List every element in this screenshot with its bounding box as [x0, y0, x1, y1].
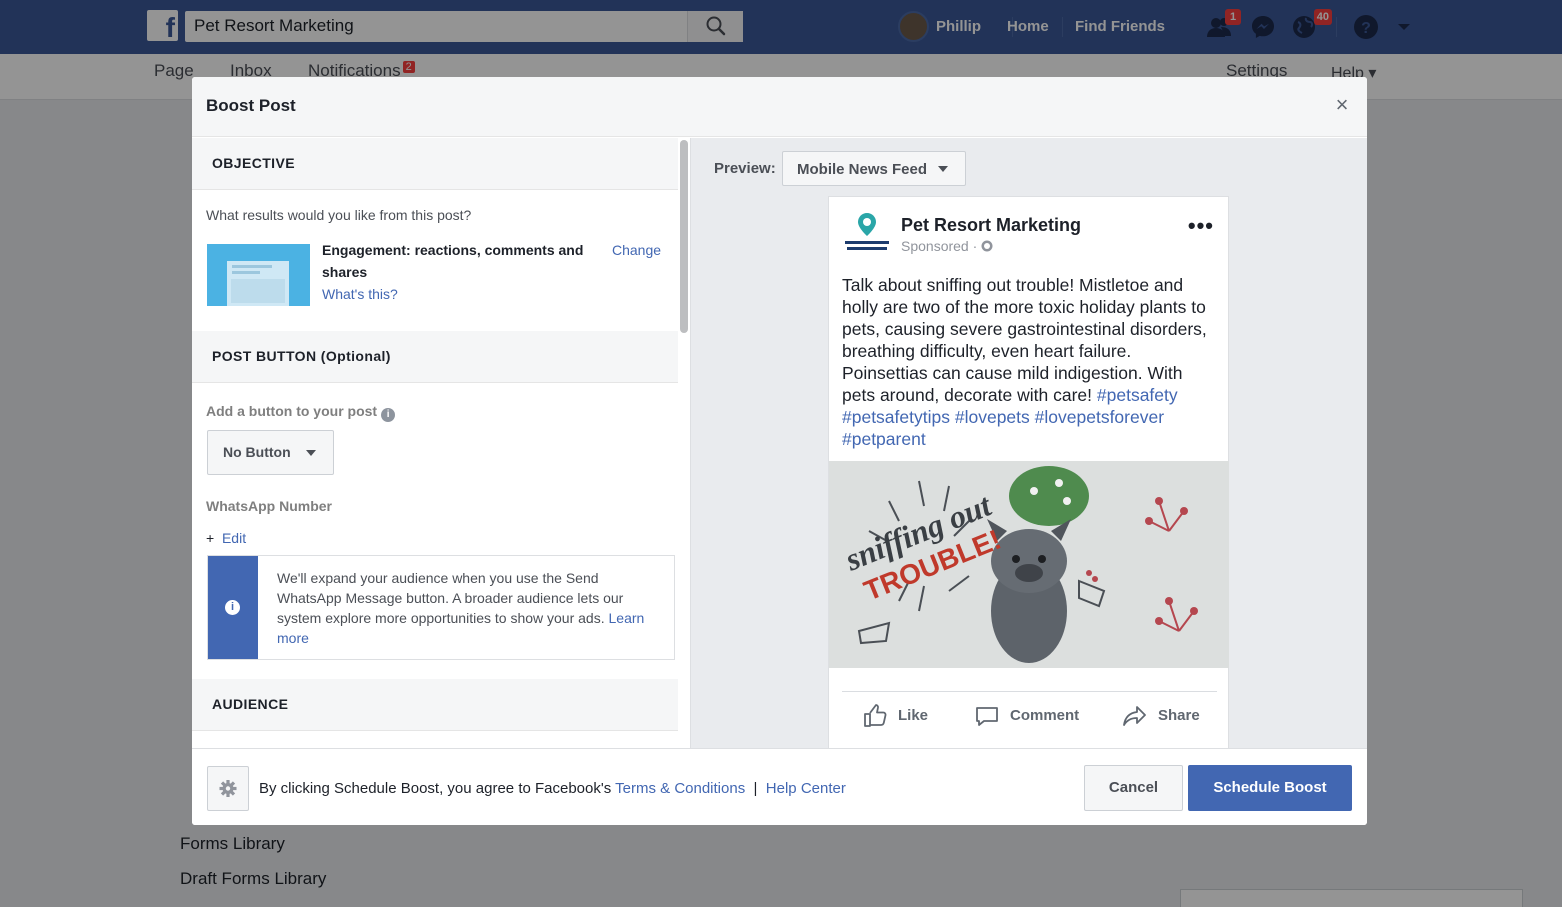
cancel-button[interactable]: Cancel	[1084, 765, 1183, 811]
hashtag[interactable]: #petsafety	[1097, 385, 1178, 405]
hashtag[interactable]: #lovepets	[955, 407, 1030, 427]
button-type-dropdown[interactable]: No Button	[207, 430, 334, 475]
schedule-boost-button[interactable]: Schedule Boost	[1188, 765, 1352, 811]
audience-heading: AUDIENCE	[212, 696, 289, 712]
post-text: Talk about sniffing out trouble! Mistlet…	[842, 274, 1217, 450]
plus-icon: +	[206, 530, 215, 546]
info-message: We'll expand your audience when you use …	[277, 570, 624, 626]
gear-icon	[219, 780, 237, 797]
sponsored-text: Sponsored ·	[901, 238, 978, 254]
edit-whatsapp-link[interactable]: Edit	[222, 530, 246, 546]
dialog-footer: By clicking Schedule Boost, you agree to…	[192, 748, 1367, 825]
scrollbar-thumb[interactable]	[680, 140, 688, 333]
objective-section-header: OBJECTIVE	[192, 138, 690, 190]
terms-notice-text: By clicking Schedule Boost, you agree to…	[259, 780, 612, 797]
terms-link[interactable]: Terms & Conditions	[615, 780, 745, 797]
whatsapp-number-label: WhatsApp Number	[206, 498, 332, 514]
footer-divider: |	[753, 780, 758, 797]
comment-icon	[976, 707, 998, 726]
dog-with-mistletoe-image: sniffing out TROUBLE!	[829, 461, 1229, 668]
caret-down-icon	[938, 166, 948, 172]
comment-button[interactable]: Comment	[976, 707, 1080, 726]
audience-section-header: AUDIENCE	[192, 679, 690, 731]
more-options-icon[interactable]: •••	[1188, 213, 1214, 239]
info-icon[interactable]: i	[381, 408, 396, 422]
help-center-link[interactable]: Help Center	[766, 780, 846, 797]
close-icon[interactable]: ×	[1331, 93, 1353, 117]
whatsapp-info-box: i We'll expand your audience when you us…	[207, 555, 675, 660]
share-button[interactable]: Share	[1123, 706, 1200, 726]
like-label: Like	[898, 707, 929, 724]
terms-notice: By clicking Schedule Boost, you agree to…	[259, 780, 846, 797]
change-objective-link[interactable]: Change	[612, 242, 661, 258]
post-button-section-header: POST BUTTON (Optional)	[192, 331, 690, 383]
whatsapp-edit-row: + Edit	[206, 530, 246, 546]
post-image[interactable]: sniffing out TROUBLE!	[829, 461, 1229, 668]
globe-icon	[981, 240, 993, 252]
whats-this-link[interactable]: What's this?	[322, 286, 398, 302]
post-button-heading: POST BUTTON (Optional)	[212, 348, 391, 364]
add-button-label: Add a button to your post i	[206, 403, 396, 422]
post-actions-bar: Like Comment Share	[842, 691, 1217, 741]
add-button-label-text: Add a button to your post	[206, 403, 378, 419]
objective-thumbnail	[207, 244, 310, 306]
preview-pane: Preview: Mobile News Feed Pet Resort Mar…	[690, 138, 1367, 748]
hashtag[interactable]: #lovepetsforever	[1035, 407, 1164, 427]
dialog-header: Boost Post ×	[192, 77, 1367, 137]
dialog-title: Boost Post	[206, 96, 296, 115]
button-type-value: No Button	[223, 444, 291, 460]
objective-question: What results would you like from this po…	[206, 207, 472, 223]
objective-selected: Engagement: reactions, comments and shar…	[322, 242, 584, 280]
hashtag[interactable]: #petsafetytips	[842, 407, 950, 427]
share-label: Share	[1158, 707, 1200, 724]
thumbs-up-icon	[864, 704, 887, 727]
info-text: We'll expand your audience when you use …	[277, 568, 662, 648]
placement-dropdown[interactable]: Mobile News Feed	[782, 151, 966, 186]
info-icon: i	[225, 600, 240, 615]
sponsored-label: Sponsored ·	[901, 238, 993, 254]
preview-label: Preview:	[714, 160, 776, 177]
placement-value: Mobile News Feed	[797, 161, 928, 178]
hashtag[interactable]: #petparent	[842, 429, 926, 449]
ad-preview-post: Pet Resort Marketing Sponsored · ••• Tal…	[828, 196, 1229, 748]
comment-label: Comment	[1010, 707, 1080, 724]
share-icon	[1123, 706, 1146, 726]
page-logo-icon	[845, 213, 889, 250]
objective-heading: OBJECTIVE	[212, 155, 295, 171]
boost-settings-pane[interactable]: OBJECTIVE What results would you like fr…	[192, 138, 690, 748]
settings-button[interactable]	[207, 766, 249, 811]
like-button[interactable]: Like	[864, 704, 929, 727]
boost-post-dialog: Boost Post × OBJECTIVE What results woul…	[192, 77, 1367, 825]
post-page-name[interactable]: Pet Resort Marketing	[901, 215, 1081, 236]
caret-down-icon	[306, 450, 316, 456]
info-banner-strip: i	[208, 556, 258, 659]
